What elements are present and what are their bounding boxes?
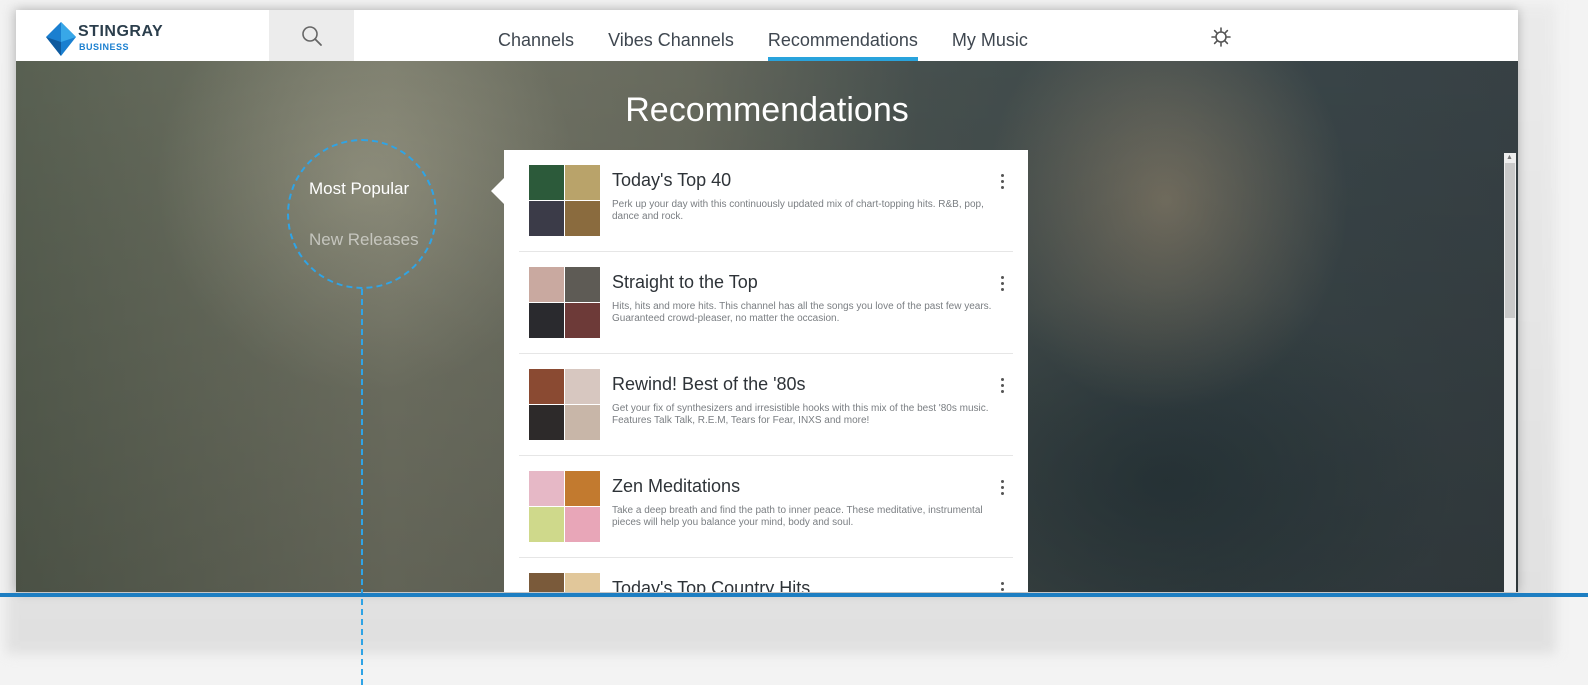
list-item[interactable]: Today's Top 40 Perk up your day with thi… <box>519 150 1013 252</box>
app-window: STINGRAY BUSINESS Channels Vibes Channel… <box>16 10 1518 592</box>
channel-thumbnail <box>529 165 600 236</box>
tab-recommendations[interactable]: Recommendations <box>767 10 918 61</box>
thumb-tile <box>565 267 600 302</box>
channel-thumbnail <box>529 267 600 338</box>
annotation-horizontal-bar <box>0 593 1588 597</box>
search-button[interactable] <box>269 10 354 61</box>
channel-thumbnail <box>529 573 600 592</box>
thumb-tile <box>565 165 600 200</box>
more-options-icon[interactable] <box>1001 480 1005 495</box>
more-options-icon[interactable] <box>1001 174 1005 189</box>
channel-description: Hits, hits and more hits. This channel h… <box>612 301 992 324</box>
list-item[interactable]: Straight to the Top Hits, hits and more … <box>519 252 1013 354</box>
channel-title: Straight to the Top <box>612 272 758 292</box>
thumb-tile <box>565 507 600 542</box>
stingray-logo[interactable]: STINGRAY BUSINESS <box>16 10 270 61</box>
hero-background: Recommendations Most Popular New Release… <box>16 61 1518 592</box>
more-options-icon[interactable] <box>1001 276 1005 291</box>
channel-title: Zen Meditations <box>612 476 741 496</box>
channel-title: Rewind! Best of the '80s <box>612 374 806 394</box>
channel-title: Today's Top Country Hits <box>612 578 811 592</box>
thumb-tile <box>565 471 600 506</box>
list-item[interactable]: Zen Meditations Take a deep breath and f… <box>519 456 1013 558</box>
annotation-leader-line <box>361 289 363 685</box>
channel-thumbnail <box>529 471 600 542</box>
thumb-tile <box>529 165 564 200</box>
thumb-tile <box>529 303 564 338</box>
scrollbar-thumb[interactable] <box>1505 163 1515 318</box>
gear-icon[interactable] <box>1211 27 1231 47</box>
thumb-tile <box>529 201 564 236</box>
top-nav-bar: STINGRAY BUSINESS Channels Vibes Channel… <box>16 10 1518 61</box>
page-title: Recommendations <box>625 91 909 129</box>
thumb-tile <box>529 369 564 404</box>
thumb-tile <box>529 573 564 592</box>
list-item[interactable]: Rewind! Best of the '80s Get your fix of… <box>519 354 1013 456</box>
channel-description: Get your fix of synthesizers and irresis… <box>612 403 989 426</box>
stingray-diamond-icon <box>46 22 76 56</box>
channel-thumbnail <box>529 369 600 440</box>
main-tabs: Channels Vibes Channels Recommendations … <box>498 10 1062 61</box>
thumb-tile <box>565 573 600 592</box>
card-pointer <box>491 178 504 204</box>
annotation-circle <box>287 139 437 289</box>
channel-title: Today's Top 40 <box>612 170 732 190</box>
tab-my-music[interactable]: My Music <box>952 10 1028 61</box>
list-item[interactable]: Today's Top Country Hits <box>519 558 1013 592</box>
channel-list[interactable]: Today's Top 40 Perk up your day with thi… <box>504 150 1028 592</box>
more-options-icon[interactable] <box>1001 378 1005 393</box>
thumb-tile <box>565 303 600 338</box>
thumb-tile <box>529 507 564 542</box>
more-options-icon[interactable] <box>1001 582 1005 592</box>
brand-sub: BUSINESS <box>79 42 130 52</box>
tab-channels[interactable]: Channels <box>498 10 574 61</box>
thumb-tile <box>529 471 564 506</box>
thumb-tile <box>529 267 564 302</box>
channel-description: Perk up your day with this continuously … <box>612 199 984 222</box>
tab-vibes-channels[interactable]: Vibes Channels <box>608 10 734 61</box>
thumb-tile <box>529 405 564 440</box>
channel-description: Take a deep breath and find the path to … <box>612 505 983 528</box>
scroll-up-arrow-icon[interactable]: ▲ <box>1506 154 1513 161</box>
search-icon <box>301 25 322 46</box>
brand-name: STINGRAY <box>78 23 164 40</box>
thumb-tile <box>565 405 600 440</box>
thumb-tile <box>565 201 600 236</box>
thumb-tile <box>565 369 600 404</box>
